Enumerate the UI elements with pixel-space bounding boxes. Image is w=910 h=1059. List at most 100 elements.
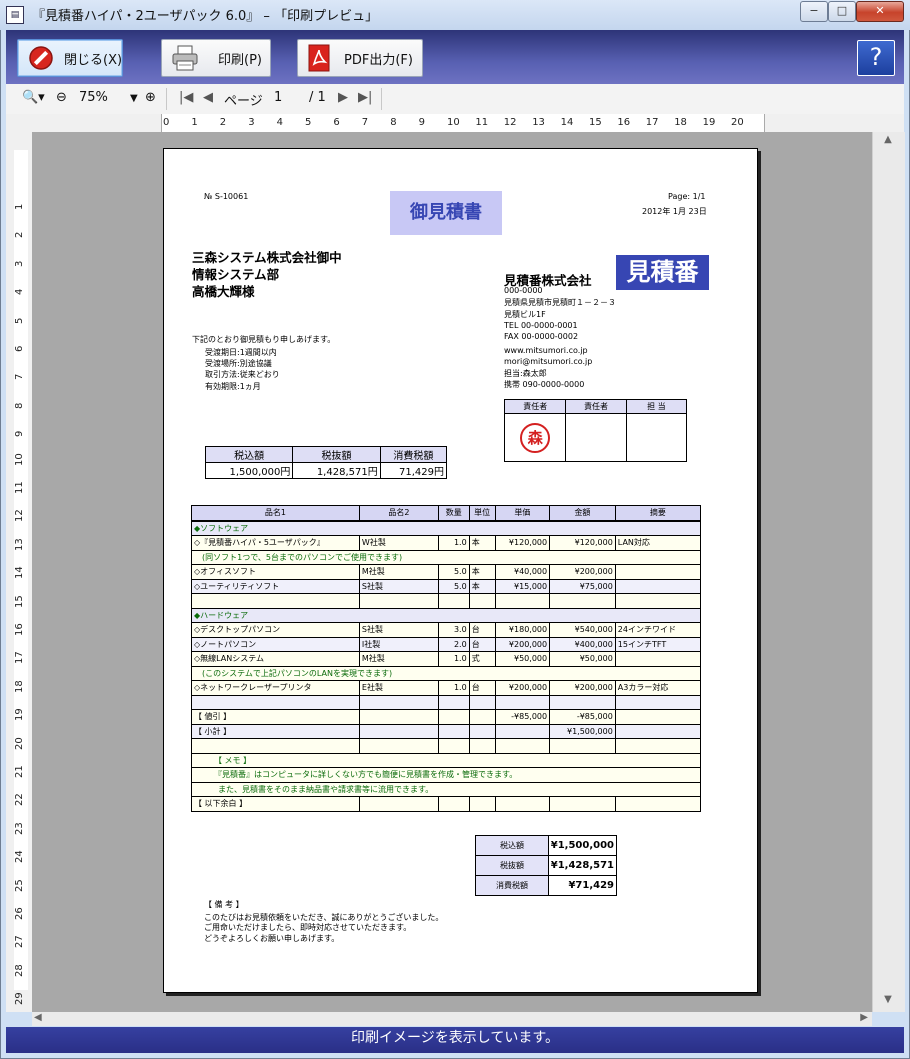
scroll-right-icon[interactable]: ▶ [860,1012,868,1023]
close-window-button[interactable]: ✕ [856,1,904,22]
table-row: (このシステムで上記パソコンのLANを実現できます) [191,666,701,681]
table-cell: ◇ノートパソコン [191,637,360,652]
close-button[interactable]: 閉じる(X) [17,39,123,77]
company-email: mori@mitsumori.co.jp [504,357,593,366]
table-cell: ¥120,000 [495,535,551,551]
table-cell: S社製 [359,622,439,638]
table-cell: ¥1,500,000 [549,724,616,739]
table-cell: S社製 [359,579,439,594]
ruler-tick: 9 [418,117,425,128]
minimize-button[interactable]: − [800,1,828,22]
first-page-icon[interactable]: |◀ [179,90,193,105]
title-bar: ▤ 『見積番ハイパ・2ユーザパック 6.0』 – 「印刷プレビュ」 − □ ✕ [0,0,910,30]
printer-icon [172,45,198,71]
amount-value: 1,500,000円 [204,462,294,479]
table-cell [359,796,439,812]
table-cell: 15インチTFT [615,637,702,652]
pdf-export-label: PDF出力(F) [344,53,413,68]
table-cell [495,796,551,812]
ruler-tick: 6 [14,345,25,352]
remarks-title: 【 備 考 】 [204,900,244,909]
table-row: ◇デスクトップパソコン S社製 3.0 台 ¥180,000 ¥540,000 24インチワ… [191,622,702,638]
maximize-button[interactable]: □ [828,1,856,22]
table-cell: ¥40,000 [495,564,551,580]
amount-header: 税込額 [204,446,294,463]
table-cell: I社製 [359,637,439,652]
chevron-down-icon[interactable]: ▼ [130,93,138,104]
table-cell [359,593,439,609]
table-cell: 1.0 [438,680,470,696]
company-logo: 見積番 [616,255,709,290]
ruler-tick: 4 [14,288,25,296]
table-cell: 24インチワイド [615,622,702,638]
ruler-tick: 17 [645,117,659,128]
company-mobile: 携帯 090-0000-0000 [504,380,585,389]
zoom-in-icon[interactable]: 🔍▾ [22,90,45,105]
app-icon: ▤ [6,6,24,24]
table-cell [469,724,496,739]
totals-table: 税込額 ¥1,500,000 税抜額 ¥1,428,571 消費税額 ¥71,429 [475,835,617,896]
table-cell [615,579,702,594]
table-cell [438,796,470,812]
horizontal-scrollbar[interactable]: ◀ ▶ [32,1012,872,1026]
totals-row: 消費税額 ¥71,429 [475,875,617,896]
doc-date: 2012年 1月 23日 [642,207,707,216]
table-cell [549,796,616,812]
amount-header: 税抜額 [292,446,381,463]
last-page-icon[interactable]: ▶| [358,90,372,105]
table-cell [469,593,496,609]
ruler-tick: 22 [14,793,25,807]
pdf-icon [308,44,330,72]
scroll-left-icon[interactable]: ◀ [34,1012,42,1023]
table-cell [191,738,360,754]
table-cell: 『見積番』はコンピュータに詳しくない方でも簡便に見積書を作成・管理できます。 [191,767,701,783]
ruler-tick: 18 [674,117,687,128]
amount-value: 71,429円 [379,462,448,479]
ruler-tick: 14 [560,117,574,128]
amount-header: 消費税額 [379,446,448,463]
table-cell [615,709,702,725]
table-cell [438,724,470,739]
pdf-export-button[interactable]: PDF出力(F) [297,39,423,77]
scroll-up-icon[interactable]: ▲ [875,134,901,148]
zoom-out-icon[interactable]: ⊖ [56,90,67,105]
ruler-tick: 7 [361,117,369,128]
separator [166,88,167,110]
vertical-scrollbar[interactable]: ▲ ▼ [872,132,905,1012]
zoom-select[interactable]: 75% [79,90,108,105]
table-cell: 台 [469,680,496,696]
print-button[interactable]: 印刷(P) [161,39,271,77]
close-icon [29,46,53,70]
column-header: 金額 [549,505,616,522]
table-cell: 3.0 [438,622,470,638]
totals-value: ¥1,500,000 [548,835,617,856]
ruler-tick: 20 [731,117,744,128]
table-row [191,738,702,754]
page-number-input[interactable]: 1 [274,90,282,105]
zoom-in-plus-icon[interactable]: ⊕ [145,90,156,105]
scroll-down-icon[interactable]: ▼ [875,994,901,1008]
table-cell: ◇オフィスソフト [191,564,360,580]
table-cell: 本 [469,535,496,551]
table-cell [549,738,616,754]
table-cell: -¥85,000 [549,709,616,725]
prev-page-icon[interactable]: ◀ [203,90,213,105]
table-cell: 式 [469,651,496,667]
horizontal-ruler: 0 1 2 3 4 5 6 7 8 9 10 11 12 13 14 15 16 17 18 19 20 [6,114,904,132]
condition-delivery-place: 受渡場所:別途協議 [205,359,272,368]
table-row [191,593,702,609]
totals-value: ¥1,428,571 [548,855,617,876]
stamp-cell [565,413,627,462]
next-page-icon[interactable]: ▶ [338,90,348,105]
company-building: 見積ビル1F [504,310,546,319]
table-row: (同ソフト1つで、5台までのパソコンでご使用できます) [191,550,701,565]
table-cell: M社製 [359,651,439,667]
table-cell: ◇ネットワークレーザープリンタ [191,680,360,696]
table-cell: 本 [469,579,496,594]
remark-line: どうぞよろしくお願い申しあげます。 [204,934,340,943]
table-cell [495,695,551,710]
ruler-tick: 1 [14,203,25,210]
ruler-tick: 5 [305,117,312,128]
table-cell: 1.0 [438,535,470,551]
help-button[interactable]: ? [857,40,895,76]
